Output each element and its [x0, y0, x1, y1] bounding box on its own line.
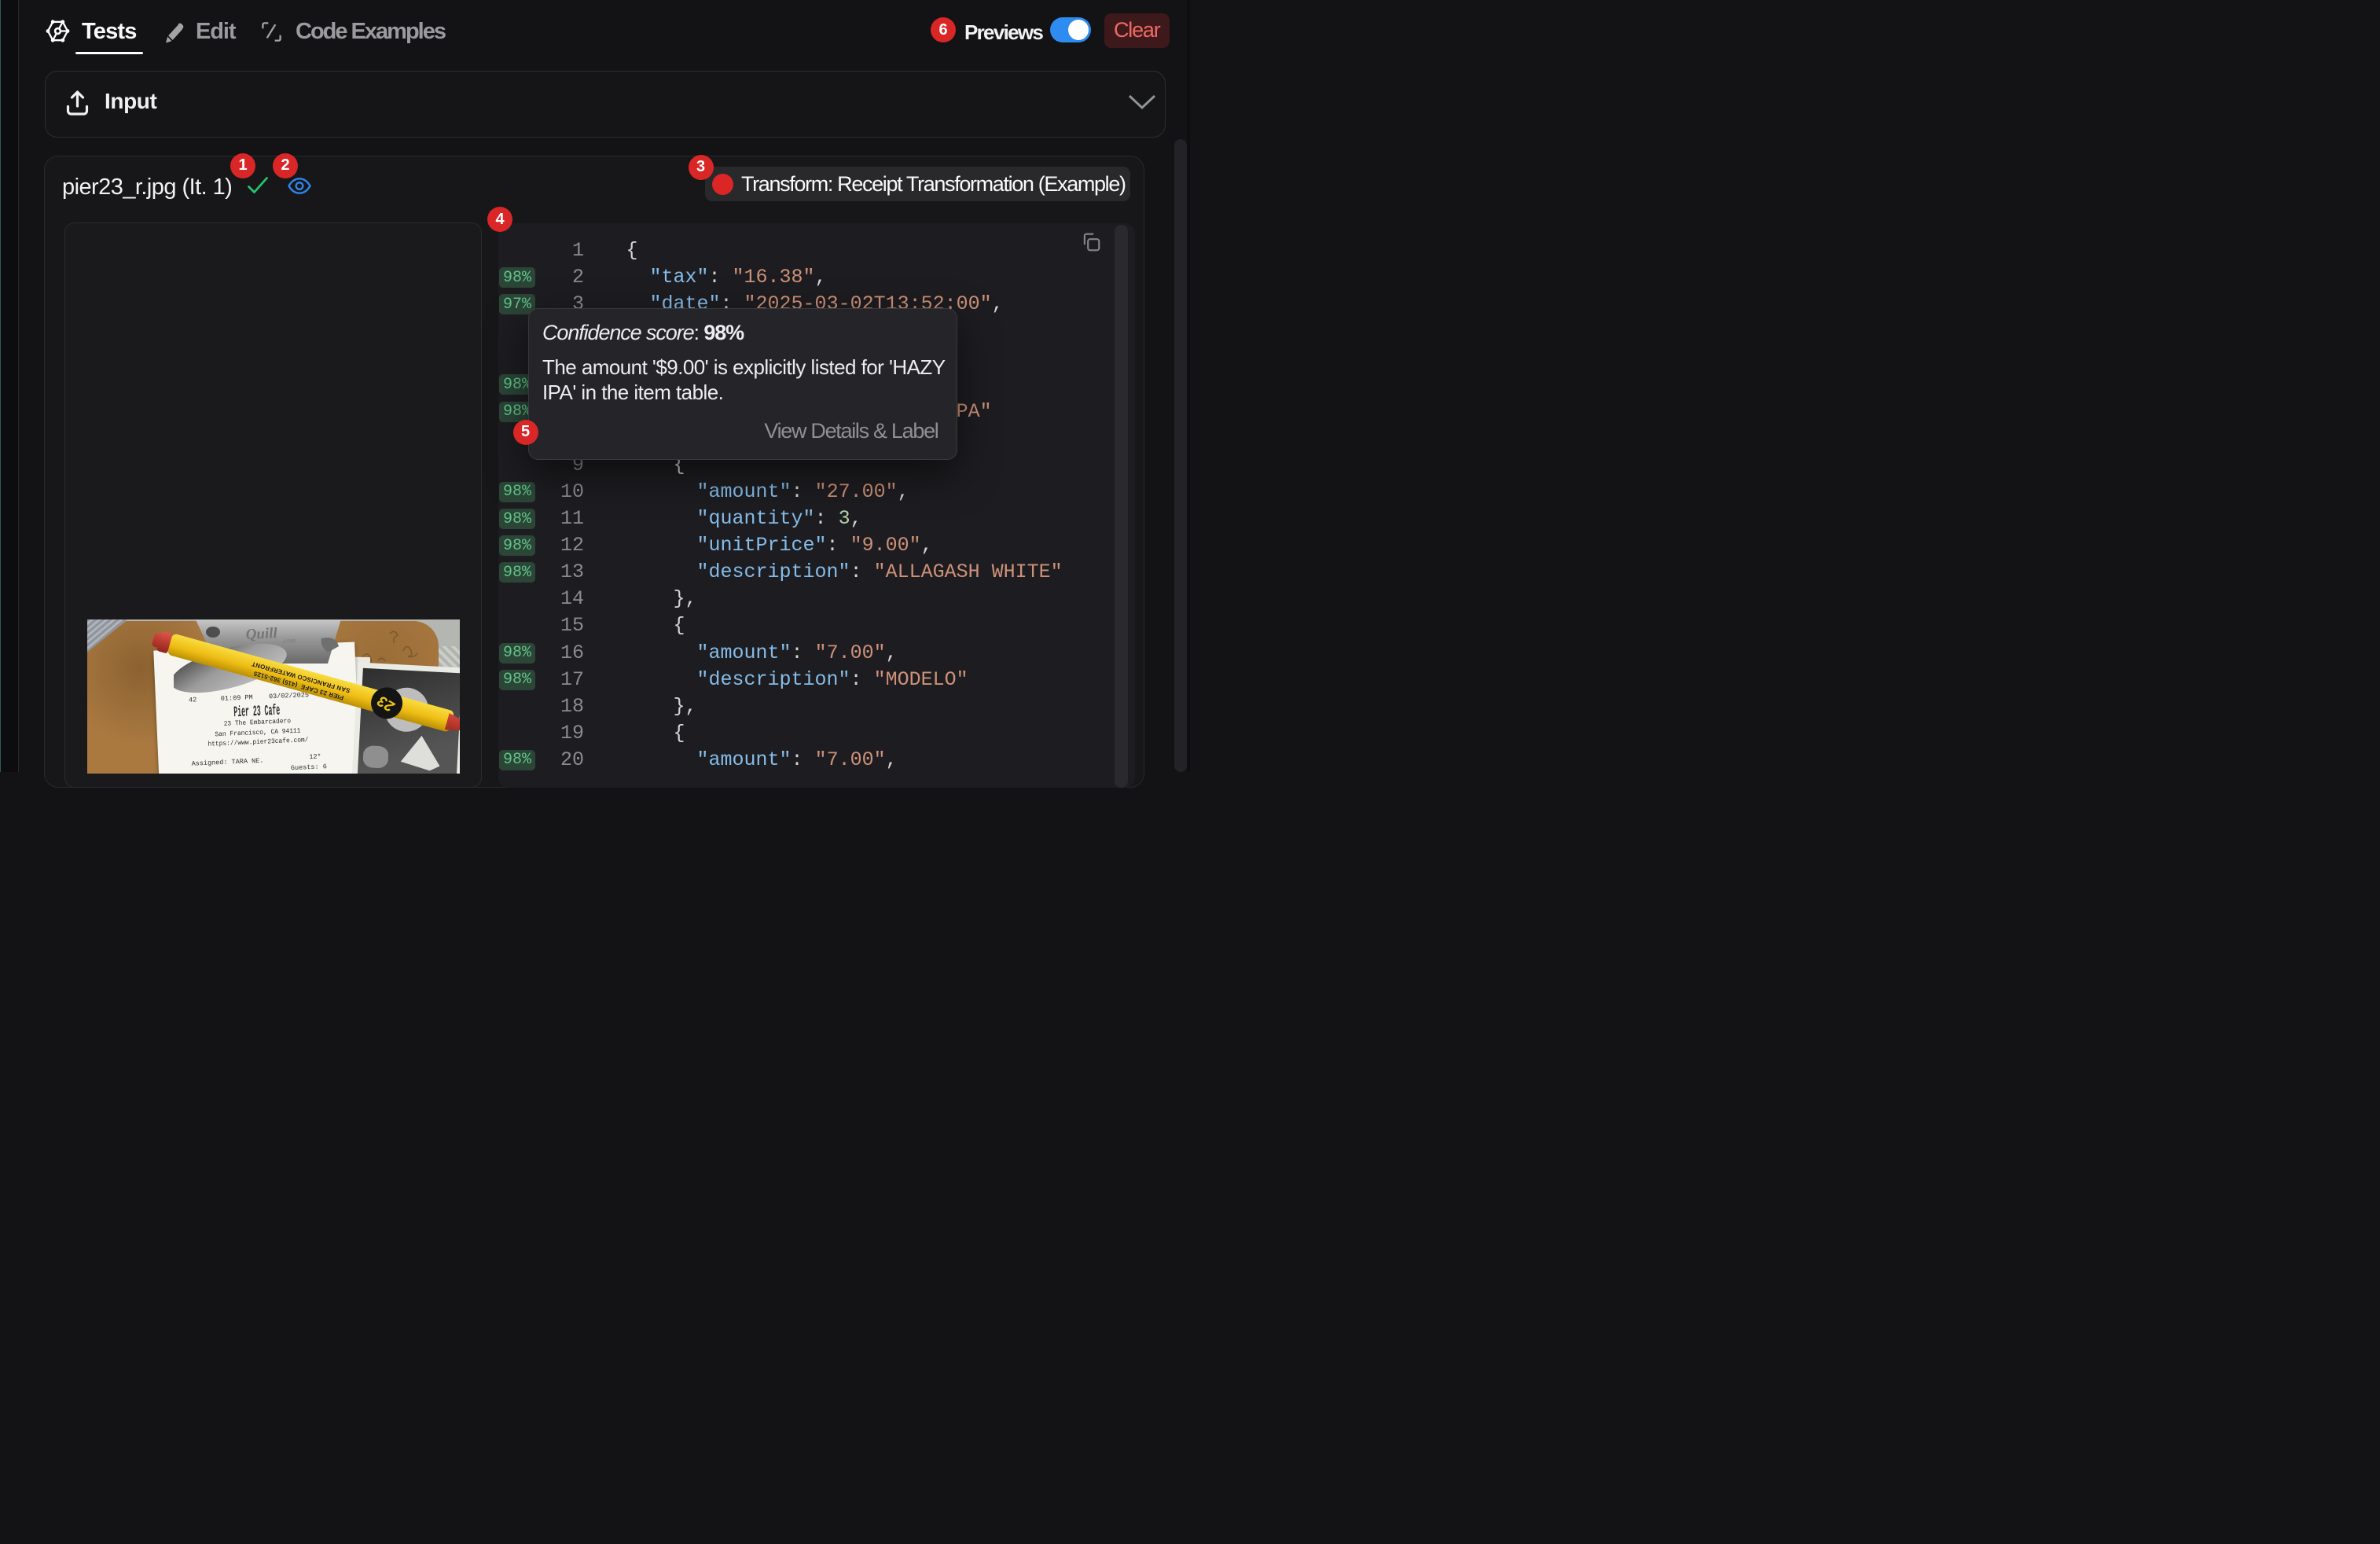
svg-text:Quill: Quill [245, 625, 278, 643]
svg-text:.com: .com [281, 636, 296, 645]
